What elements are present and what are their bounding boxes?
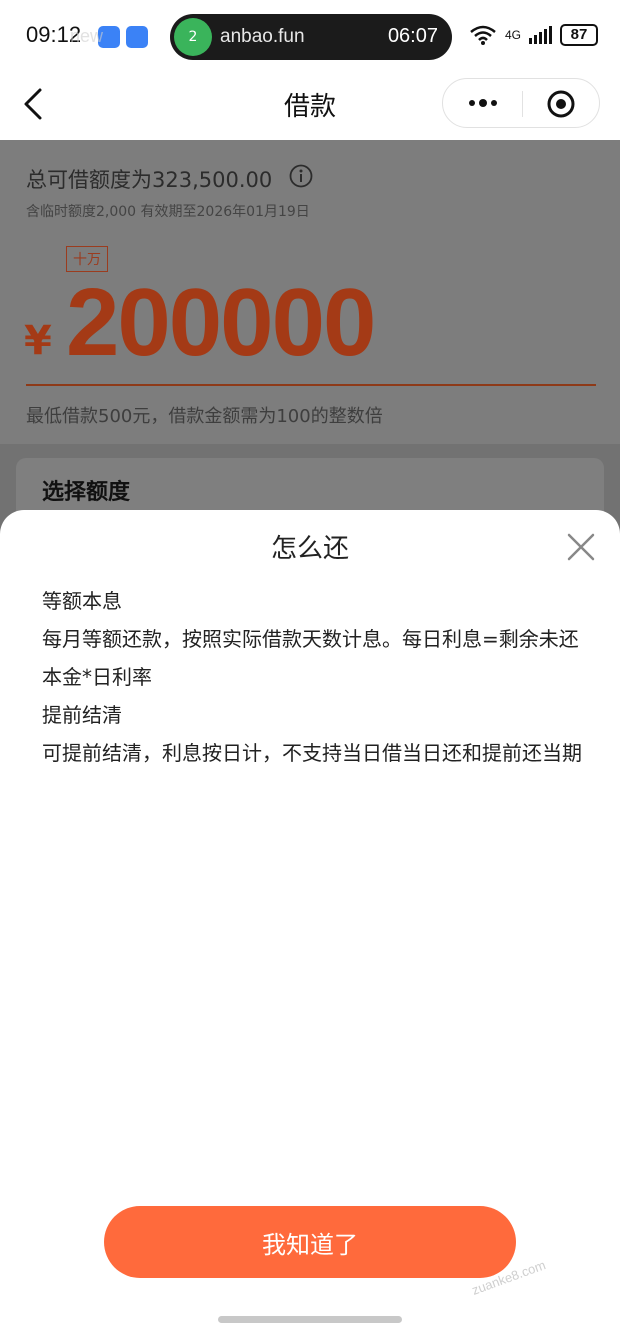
nav-bar: 借款 <box>0 70 620 140</box>
method-description: 每月等额还款，按照实际借款天数计息。每日利息=剩余未还本金*日利率 <box>42 627 579 689</box>
watermark-top: new <box>70 26 104 46</box>
call-pill-url: anbao.fun <box>220 26 305 47</box>
status-bar: 09:12 new 2 anbao.fun 06:07 4G 87 <box>0 0 620 70</box>
wifi-icon <box>470 25 496 45</box>
currency-symbol: ¥ <box>24 318 52 364</box>
min-amount-hint: 最低借款500元，借款金额需为100的整数倍 <box>26 406 383 427</box>
total-limit-text: 总可借额度为323,500.00 <box>26 168 273 192</box>
sheet-title: 怎么还 <box>270 534 349 564</box>
method-title: 等额本息 <box>42 589 122 613</box>
notification-icons <box>98 26 148 48</box>
temp-limit-text: 含临时额度2,000 有效期至2026年01月19日 <box>26 204 310 220</box>
system-icons: 4G 87 <box>469 24 598 46</box>
home-indicator[interactable] <box>218 1316 402 1323</box>
battery-icon: 87 <box>560 24 598 46</box>
mic-notification-icon <box>126 26 148 48</box>
more-options-icon[interactable] <box>463 87 503 119</box>
capsule-divider <box>522 91 523 117</box>
info-icon[interactable] <box>289 164 313 188</box>
mini-program-capsule <box>442 78 600 128</box>
select-limit-title: 选择额度 <box>42 480 131 505</box>
call-pill[interactable]: 2 anbao.fun 06:07 <box>170 14 452 60</box>
confirm-button[interactable]: 我知道了 <box>104 1206 516 1278</box>
amount-underline <box>26 384 596 386</box>
loan-amount-input[interactable]: 200000 <box>66 268 376 378</box>
signal-icon <box>529 26 552 44</box>
early-payoff-description: 可提前结清，利息按日计，不支持当日借当日还和提前还当期 <box>42 741 582 765</box>
phone-call-icon: 2 <box>174 18 212 56</box>
repayment-sheet: 怎么还 等额本息 每月等额还款，按照实际借款天数计息。每日利息=剩余未还本金*日… <box>0 510 620 1334</box>
close-mini-program-icon[interactable] <box>546 89 576 119</box>
sheet-content: 等额本息 每月等额还款，按照实际借款天数计息。每日利息=剩余未还本金*日利率 提… <box>42 582 582 772</box>
early-payoff-title: 提前结清 <box>42 703 122 727</box>
network-type: 4G <box>504 28 521 42</box>
call-duration: 06:07 <box>387 25 438 47</box>
close-icon[interactable] <box>566 532 596 562</box>
